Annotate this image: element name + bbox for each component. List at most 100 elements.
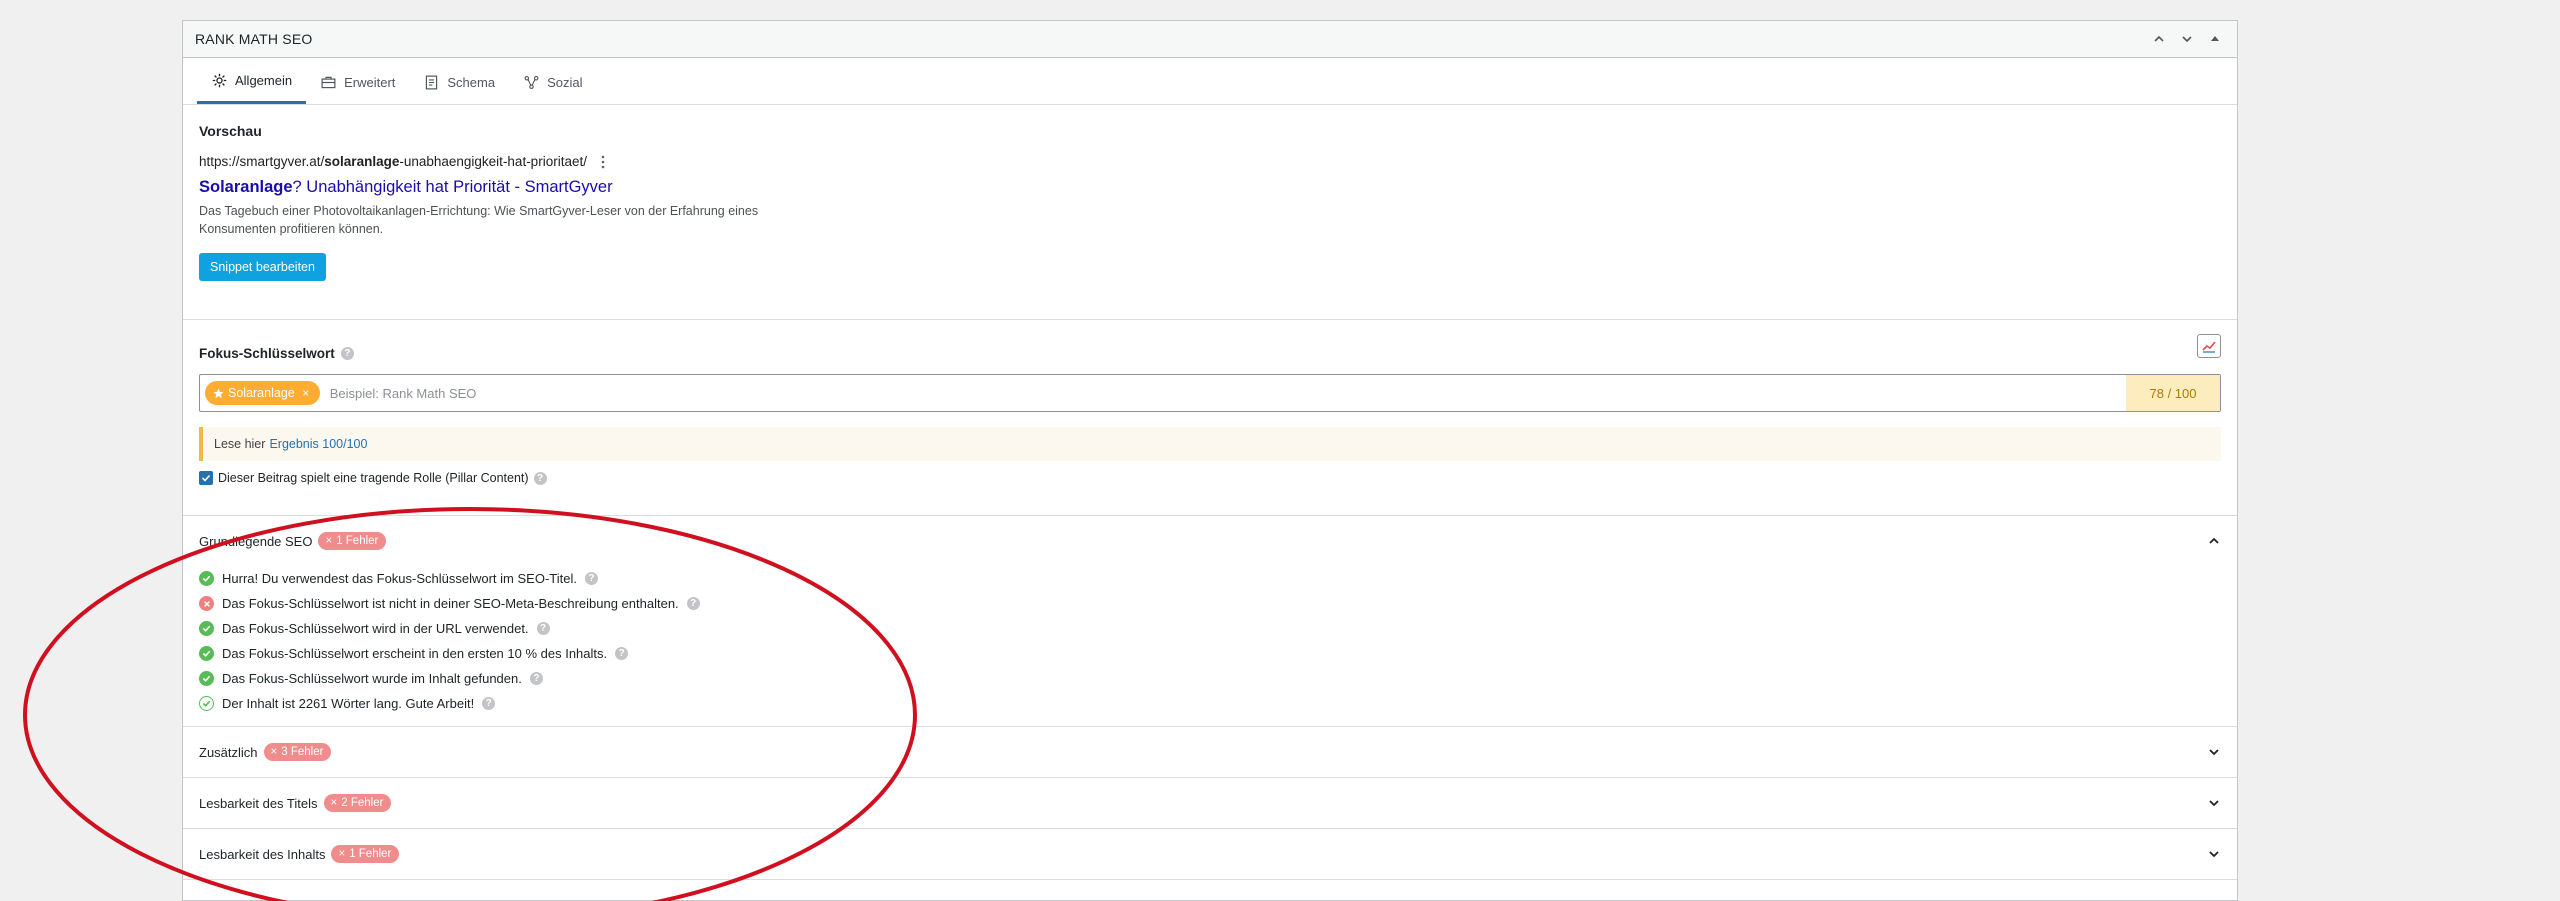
group-zusaetzlich: Zusätzlich × 3 Fehler xyxy=(183,727,2237,778)
pillar-content-row: Dieser Beitrag spielt eine tragende Roll… xyxy=(199,471,2221,485)
help-icon[interactable]: ? xyxy=(340,347,354,360)
title-keyword: Solaranlage xyxy=(199,178,293,196)
trending-chart-icon xyxy=(2202,341,2216,353)
chevron-down-icon[interactable] xyxy=(2207,796,2221,810)
check-text: Das Fokus-Schlüsselwort erscheint in den… xyxy=(222,646,608,661)
group-lesbarkeit-inhalt: Lesbarkeit des Inhalts × 1 Fehler xyxy=(183,829,2237,880)
pillar-content-label: Dieser Beitrag spielt eine tragende Roll… xyxy=(218,471,529,485)
group-title: Lesbarkeit des Titels xyxy=(199,795,318,811)
check-passed-icon xyxy=(199,671,214,686)
chevron-down-icon[interactable] xyxy=(2207,745,2221,759)
error-x-icon: × xyxy=(330,797,338,809)
preview-title: Solaranlage? Unabhängigkeit hat Prioritä… xyxy=(199,178,2221,197)
url-suffix: -unabhaengigkeit-hat-prioritaet/ xyxy=(399,154,587,169)
preview-description: Das Tagebuch einer Photovoltaikanlagen-E… xyxy=(199,202,789,238)
help-icon[interactable]: ? xyxy=(584,572,598,585)
error-badge: × 1 Fehler xyxy=(318,532,387,550)
metabox-header: RANK MATH SEO xyxy=(183,21,2237,58)
error-x-icon: × xyxy=(270,746,278,758)
help-icon[interactable]: ? xyxy=(533,471,547,485)
description-line-1: Das Tagebuch einer Photovoltaikanlagen-E… xyxy=(199,204,759,218)
tab-sozial-label: Sozial xyxy=(547,74,583,90)
tab-schema-label: Schema xyxy=(447,74,496,90)
more-vertical-icon[interactable] xyxy=(601,155,605,169)
check-item: Der Inhalt ist 2261 Wörter lang. Gute Ar… xyxy=(199,691,2221,716)
chevron-down-icon xyxy=(2182,36,2192,43)
triangle-up-icon xyxy=(2211,36,2219,41)
check-passed-icon xyxy=(199,571,214,586)
check-passed-icon xyxy=(199,646,214,661)
check-text: Hurra! Du verwendest das Fokus-Schlüssel… xyxy=(222,571,577,586)
error-count: 2 Fehler xyxy=(341,797,384,809)
move-down-button[interactable] xyxy=(2177,29,2197,49)
group-grundlegende-seo: Grundlegende SEO × 1 Fehler Hurra! Du ver… xyxy=(183,516,2237,727)
group-header[interactable]: Zusätzlich × 3 Fehler xyxy=(183,727,2237,777)
help-icon[interactable]: ? xyxy=(686,597,700,610)
toolbox-icon xyxy=(321,76,336,88)
rank-math-metabox: RANK MATH SEO Allgemein Erweitert Schema xyxy=(182,20,2238,901)
check-item: Das Fokus-Schlüsselwort erscheint in den… xyxy=(199,641,2221,666)
tab-bar: Allgemein Erweitert Schema Sozial xyxy=(183,58,2237,105)
error-count: 1 Fehler xyxy=(349,848,392,860)
keyword-tag[interactable]: Solaranlage × xyxy=(205,381,320,405)
check-passed-outline-icon xyxy=(199,696,214,711)
remove-keyword-icon[interactable]: × xyxy=(299,386,313,400)
error-count: 3 Fehler xyxy=(281,746,324,758)
check-item: Das Fokus-Schlüsselwort ist nicht in dei… xyxy=(199,591,2221,616)
chevron-down-icon[interactable] xyxy=(2207,847,2221,861)
group-title: Zusätzlich xyxy=(199,744,258,760)
error-badge: × 3 Fehler xyxy=(263,743,332,761)
trends-button[interactable] xyxy=(2197,334,2221,358)
document-icon xyxy=(426,75,438,89)
tab-erweitert[interactable]: Erweitert xyxy=(306,60,409,104)
check-failed-icon xyxy=(199,596,214,611)
url-keyword: solaranlage xyxy=(324,154,400,169)
star-icon xyxy=(213,387,224,398)
chevron-up-icon[interactable] xyxy=(2207,534,2221,548)
tab-allgemein[interactable]: Allgemein xyxy=(197,60,307,104)
checkmark-icon xyxy=(201,474,211,482)
help-icon[interactable]: ? xyxy=(536,622,550,635)
url-prefix: https://smartgyver.at/ xyxy=(199,154,325,169)
score-notice: Lese hier Ergebnis 100/100 xyxy=(199,427,2221,461)
tab-erweitert-label: Erweitert xyxy=(344,74,396,90)
check-text: Der Inhalt ist 2261 Wörter lang. Gute Ar… xyxy=(222,696,475,711)
tab-schema[interactable]: Schema xyxy=(409,60,509,104)
metabox-controls xyxy=(2149,29,2225,49)
edit-snippet-button[interactable]: Snippet bearbeiten xyxy=(199,253,326,281)
keyword-placeholder[interactable]: Beispiel: Rank Math SEO xyxy=(330,386,2126,401)
pillar-content-checkbox[interactable] xyxy=(199,471,213,485)
share-icon xyxy=(524,75,539,89)
seo-score: 78 / 100 xyxy=(2126,375,2220,411)
help-icon[interactable]: ? xyxy=(615,647,629,660)
group-title: Grundlegende SEO xyxy=(199,533,313,549)
toggle-panel-button[interactable] xyxy=(2205,29,2225,49)
group-header[interactable]: Lesbarkeit des Inhalts × 1 Fehler xyxy=(183,829,2237,879)
snippet-preview: Vorschau https://smartgyver.at/solaranla… xyxy=(183,105,2237,320)
group-title: Lesbarkeit des Inhalts xyxy=(199,846,326,862)
error-badge: × 2 Fehler xyxy=(323,794,392,812)
preview-url: https://smartgyver.at/solaranlage-unabha… xyxy=(199,154,2221,169)
group-header[interactable]: Lesbarkeit des Titels × 2 Fehler xyxy=(183,778,2237,828)
help-icon[interactable]: ? xyxy=(482,697,496,710)
check-text: Das Fokus-Schlüsselwort wurde im Inhalt … xyxy=(222,671,522,686)
title-rest: ? Unabhängigkeit hat Priorität - SmartGy… xyxy=(292,178,613,196)
group-header[interactable]: Grundlegende SEO × 1 Fehler xyxy=(183,516,2237,566)
check-item: Das Fokus-Schlüsselwort wird in der URL … xyxy=(199,616,2221,641)
check-passed-icon xyxy=(199,621,214,636)
chevron-up-icon xyxy=(2154,35,2164,42)
keyword-label: Fokus-Schlüsselwort xyxy=(199,346,335,361)
preview-heading: Vorschau xyxy=(199,123,262,139)
tab-allgemein-label: Allgemein xyxy=(235,73,293,88)
check-text: Das Fokus-Schlüsselwort wird in der URL … xyxy=(222,621,529,636)
score-link[interactable]: Ergebnis 100/100 xyxy=(269,437,367,451)
help-icon[interactable]: ? xyxy=(529,672,543,685)
description-line-2: Konsumenten profitieren können. xyxy=(199,222,384,236)
tab-sozial[interactable]: Sozial xyxy=(509,60,596,104)
focus-keyword-input[interactable]: Solaranlage × Beispiel: Rank Math SEO 78… xyxy=(199,374,2221,412)
move-up-button[interactable] xyxy=(2149,29,2169,49)
error-x-icon: × xyxy=(338,848,346,860)
check-item: Das Fokus-Schlüsselwort wurde im Inhalt … xyxy=(199,666,2221,691)
keyword-heading-row: Fokus-Schlüsselwort ? xyxy=(199,346,2221,361)
gear-icon xyxy=(212,73,227,88)
